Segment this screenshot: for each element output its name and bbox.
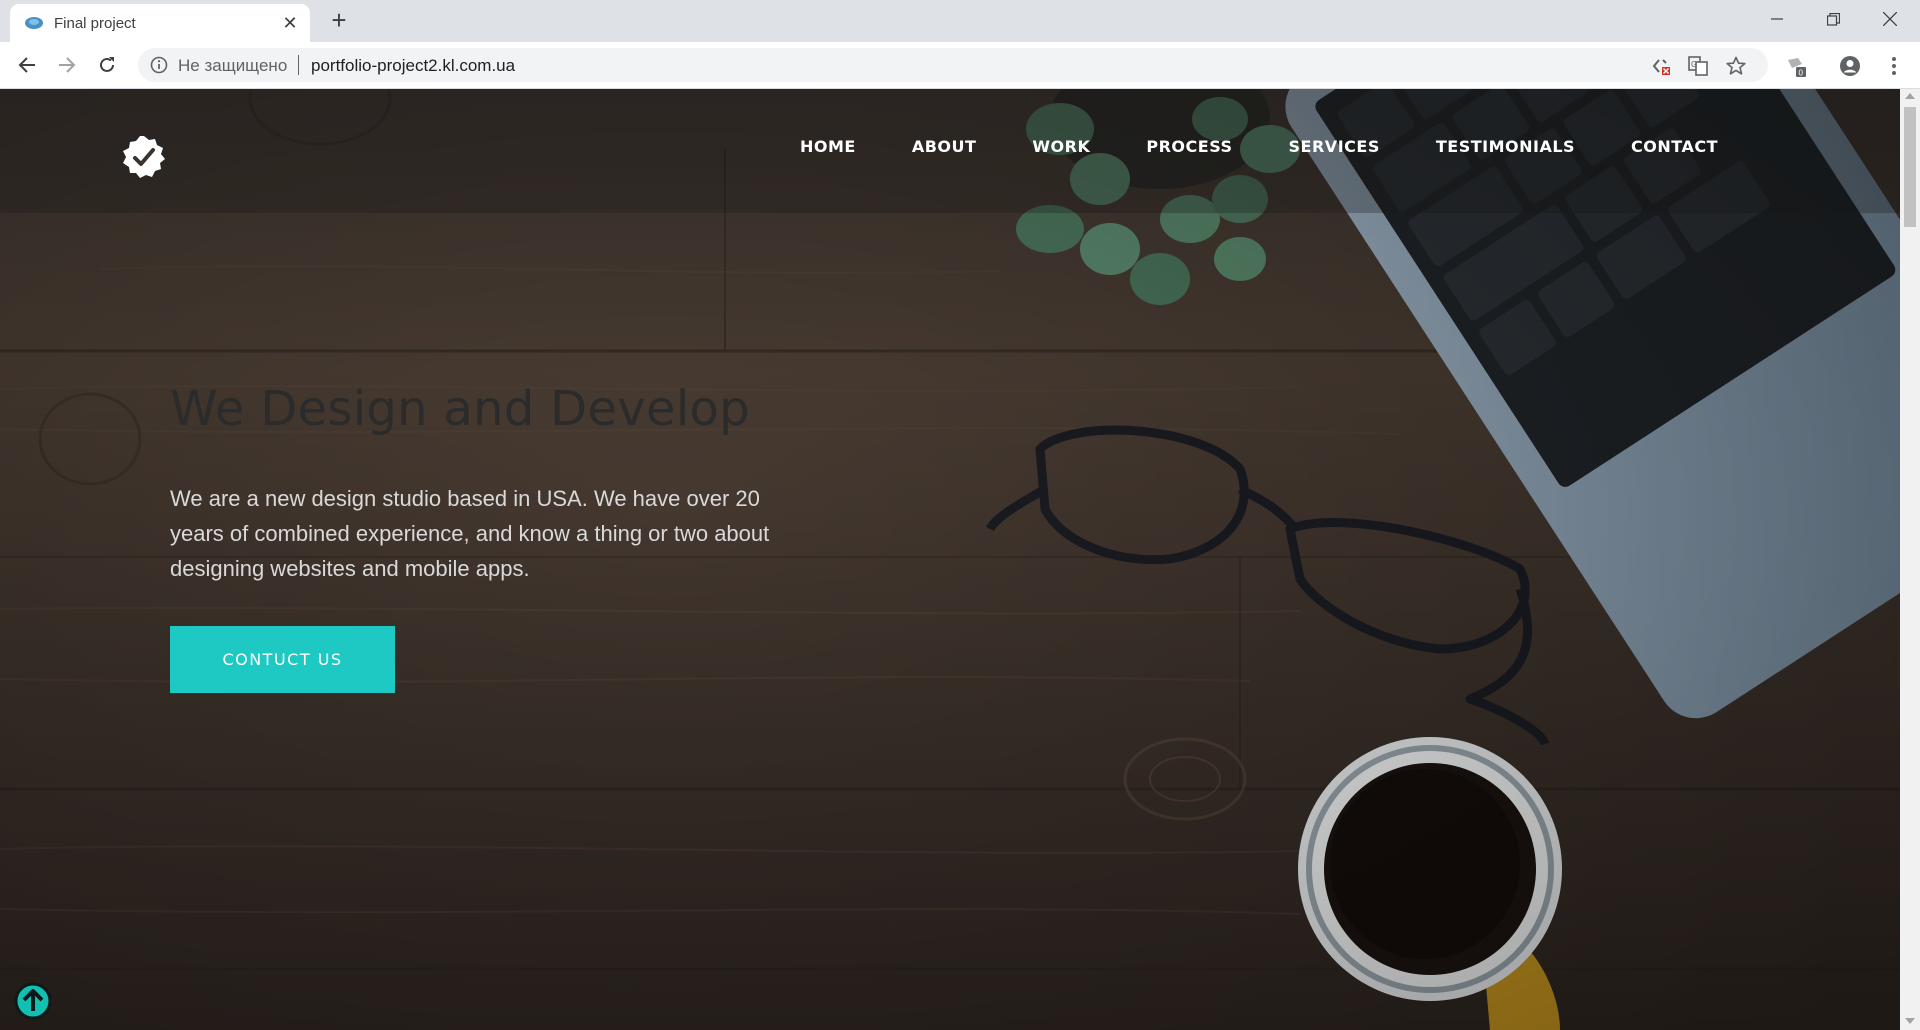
minimize-icon[interactable] [1749,0,1805,38]
tab-title: Final project [54,15,136,32]
browser-tab[interactable]: Final project ✕ [10,4,310,42]
plus-icon[interactable]: + [325,7,353,35]
back-icon[interactable] [13,51,41,79]
nav-services[interactable]: SERVICES [1289,137,1380,156]
reload-icon[interactable] [93,51,121,79]
hero-title: We Design and Develop [170,381,750,437]
nav-contact[interactable]: CONTACT [1631,137,1718,156]
tab-strip: Final project ✕ + [0,0,1920,42]
translate-off-icon[interactable] [1651,56,1671,76]
main-nav: HOME ABOUT WORK PROCESS SERVICES TESTIMO… [744,137,1718,156]
page-viewport: HOME ABOUT WORK PROCESS SERVICES TESTIMO… [0,89,1900,1030]
contact-us-button[interactable]: CONTUCT US [170,626,395,693]
svg-text:G: G [1691,60,1697,69]
info-icon[interactable] [150,56,168,74]
url-text[interactable]: portfolio-project2.kl.com.ua [311,56,515,76]
favicon-icon [25,17,43,29]
arrow-up-icon[interactable] [14,982,52,1020]
nav-process[interactable]: PROCESS [1146,137,1232,156]
scroll-down-icon[interactable] [1905,1018,1915,1024]
nav-work[interactable]: WORK [1032,137,1090,156]
account-icon[interactable] [1838,54,1862,78]
site-header: HOME ABOUT WORK PROCESS SERVICES TESTIMO… [0,89,1900,213]
nav-home[interactable]: HOME [800,137,856,156]
security-label[interactable]: Не защищено [178,56,287,76]
nav-about[interactable]: ABOUT [912,137,977,156]
window-close-icon[interactable] [1862,0,1918,38]
svg-text:0: 0 [1799,69,1804,78]
scroll-up-icon[interactable] [1905,93,1915,99]
close-icon[interactable]: ✕ [280,13,300,33]
scroll-thumb[interactable] [1904,107,1916,227]
translate-icon[interactable]: G [1688,56,1708,76]
extension-icon[interactable]: 0 [1784,54,1808,78]
nav-testimonials[interactable]: TESTIMONIALS [1436,137,1575,156]
address-bar[interactable]: Не защищено portfolio-project2.kl.com.ua… [138,48,1768,82]
menu-icon[interactable] [1882,54,1906,78]
star-icon[interactable] [1726,56,1746,76]
check-badge-icon[interactable] [122,135,166,179]
page-scrollbar[interactable] [1900,89,1920,1030]
restore-icon[interactable] [1805,0,1861,38]
browser-toolbar: Не защищено portfolio-project2.kl.com.ua… [0,42,1920,89]
forward-icon[interactable] [53,51,81,79]
hero-description: We are a new design studio based in USA.… [170,486,770,581]
divider [298,55,299,75]
